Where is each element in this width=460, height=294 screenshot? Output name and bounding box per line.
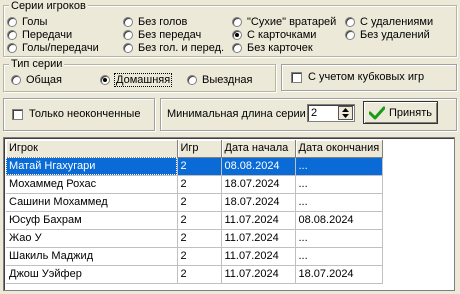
radio-button[interactable] xyxy=(232,17,242,27)
cell-end[interactable]: ... xyxy=(295,193,383,212)
unfinished-check-box[interactable] xyxy=(12,108,23,120)
col-header-end[interactable]: Дата окончания xyxy=(295,140,383,158)
cell-player[interactable]: Юсуф Бахрам xyxy=(6,211,178,230)
cell-games[interactable]: 2 xyxy=(177,229,222,248)
table-row[interactable]: Жао У 2 11.07.2024... xyxy=(6,229,383,248)
col-header-games[interactable]: Игр xyxy=(177,140,222,158)
cell-player[interactable]: Жао У xyxy=(6,229,178,248)
cell-end[interactable]: 08.08.2024 xyxy=(295,211,383,230)
radio-button[interactable] xyxy=(7,17,17,27)
table-row[interactable]: Юсуф Бахрам 2 11.07.2024 08.08.2024 xyxy=(6,211,383,230)
type-option-2[interactable]: Выездная xyxy=(187,74,253,86)
series-option-label: Без передач xyxy=(138,29,202,41)
radio-button[interactable] xyxy=(123,17,133,27)
min-length-label: Минимальная длина серии xyxy=(167,108,306,120)
cell-start[interactable]: 18.07.2024 xyxy=(221,175,296,194)
series-option-3[interactable]: С удалениями xyxy=(345,16,433,28)
cell-games[interactable]: 2 xyxy=(177,265,222,284)
type-option-label: Домашняя xyxy=(113,73,173,87)
cell-end[interactable]: ... xyxy=(295,247,383,266)
series-option-label: "Сухие" вратарей xyxy=(247,16,337,28)
table-row[interactable]: Мохаммед Рохас 2 18.07.2024... xyxy=(6,175,383,194)
cell-player[interactable]: Матай Нгахугари xyxy=(6,157,178,176)
series-option-8[interactable]: Голы/передачи xyxy=(7,42,99,54)
apply-button[interactable]: Принять xyxy=(363,101,438,124)
radio-button[interactable] xyxy=(345,17,355,27)
series-option-label: Голы/передачи xyxy=(22,42,99,54)
cell-games[interactable]: 2 xyxy=(177,175,222,194)
series-option-label: Без карточек xyxy=(247,42,313,54)
series-grid-table: Игрок Игр Дата начала Дата окончания Мат… xyxy=(6,140,383,284)
col-header-player[interactable]: Игрок xyxy=(6,140,178,158)
series-option-label: Голы xyxy=(22,16,48,28)
cell-player[interactable]: Сашини Мохаммед xyxy=(6,193,178,212)
type-group-title: Тип серии xyxy=(9,58,65,70)
series-option-2[interactable]: "Сухие" вратарей xyxy=(232,16,336,28)
cell-start[interactable]: 08.08.2024 xyxy=(221,157,296,176)
series-option-4[interactable]: Передачи xyxy=(7,29,72,41)
series-table[interactable]: Игрок Игр Дата начала Дата окончания Мат… xyxy=(3,137,455,291)
type-option-0[interactable]: Общая xyxy=(11,74,62,86)
radio-button[interactable] xyxy=(232,43,242,53)
series-option-9[interactable]: Без гол. и перед. xyxy=(123,42,224,54)
cup-games-checkbox[interactable]: С учетом кубковых игр xyxy=(291,71,424,83)
cell-games[interactable]: 2 xyxy=(177,247,222,266)
cell-start[interactable]: 18.07.2024 xyxy=(221,193,296,212)
cell-games[interactable]: 2 xyxy=(177,157,222,176)
series-option-6[interactable]: С карточками xyxy=(232,29,316,41)
checkmark-icon xyxy=(369,106,386,119)
cup-games-check-box[interactable] xyxy=(291,71,302,83)
cell-end[interactable]: ... xyxy=(295,157,383,176)
unfinished-only-checkbox[interactable]: Только неоконченные xyxy=(12,108,140,120)
cell-start[interactable]: 11.07.2024 xyxy=(221,247,296,266)
cell-player[interactable]: Шакиль Маджид xyxy=(6,247,178,266)
table-row[interactable]: Джош Уэйфер 2 11.07.2024 18.07.2024 xyxy=(6,265,383,284)
series-option-label: Передачи xyxy=(22,29,73,41)
radio-button[interactable] xyxy=(345,30,355,40)
radio-button[interactable] xyxy=(187,75,197,85)
type-option-1[interactable]: Домашняя xyxy=(100,73,173,87)
apply-button-label: Принять xyxy=(389,106,432,119)
unfinished-only-label: Только неоконченные xyxy=(29,108,141,120)
series-option-label: С карточками xyxy=(247,29,317,41)
col-header-start[interactable]: Дата начала xyxy=(221,140,296,158)
series-option-label: Без удалений xyxy=(360,29,430,41)
series-option-10[interactable]: Без карточек xyxy=(232,42,313,54)
series-option-5[interactable]: Без передач xyxy=(123,29,201,41)
cell-player[interactable]: Мохаммед Рохас xyxy=(6,175,178,194)
series-option-label: С удалениями xyxy=(360,16,434,28)
table-row[interactable]: Матай Нгахугари 2 08.08.2024... xyxy=(6,157,383,176)
type-option-label: Общая xyxy=(26,74,62,86)
cell-end[interactable]: ... xyxy=(295,175,383,194)
cell-end[interactable]: 18.07.2024 xyxy=(295,265,383,284)
cell-end[interactable]: ... xyxy=(295,229,383,248)
radio-button[interactable] xyxy=(232,30,242,40)
cup-games-label: С учетом кубковых игр xyxy=(308,71,425,83)
series-option-0[interactable]: Голы xyxy=(7,16,47,28)
table-header-row: Игрок Игр Дата начала Дата окончания xyxy=(6,140,383,158)
radio-button[interactable] xyxy=(123,30,133,40)
radio-button[interactable] xyxy=(100,75,110,85)
radio-button[interactable] xyxy=(7,43,17,53)
cell-player[interactable]: Джош Уэйфер xyxy=(6,265,178,284)
min-length-spinner[interactable]: 2 xyxy=(307,104,355,122)
cell-games[interactable]: 2 xyxy=(177,193,222,212)
series-option-label: Без гол. и перед. xyxy=(138,42,225,54)
cell-start[interactable]: 11.07.2024 xyxy=(221,229,296,248)
series-option-label: Без голов xyxy=(138,16,188,28)
cell-games[interactable]: 2 xyxy=(177,211,222,230)
cell-start[interactable]: 11.07.2024 xyxy=(221,211,296,230)
cell-start[interactable]: 11.07.2024 xyxy=(221,265,296,284)
radio-button[interactable] xyxy=(123,43,133,53)
series-group-title: Серии игроков xyxy=(9,0,88,12)
series-option-7[interactable]: Без удалений xyxy=(345,29,430,41)
spin-updown-icon[interactable] xyxy=(338,106,353,120)
table-row[interactable]: Сашини Мохаммед 2 18.07.2024... xyxy=(6,193,383,212)
radio-button[interactable] xyxy=(7,30,17,40)
radio-button[interactable] xyxy=(11,75,21,85)
type-option-label: Выездная xyxy=(202,74,253,86)
series-option-1[interactable]: Без голов xyxy=(123,16,187,28)
table-row[interactable]: Шакиль Маджид 2 11.07.2024... xyxy=(6,247,383,266)
min-length-value[interactable]: 2 xyxy=(311,107,317,119)
